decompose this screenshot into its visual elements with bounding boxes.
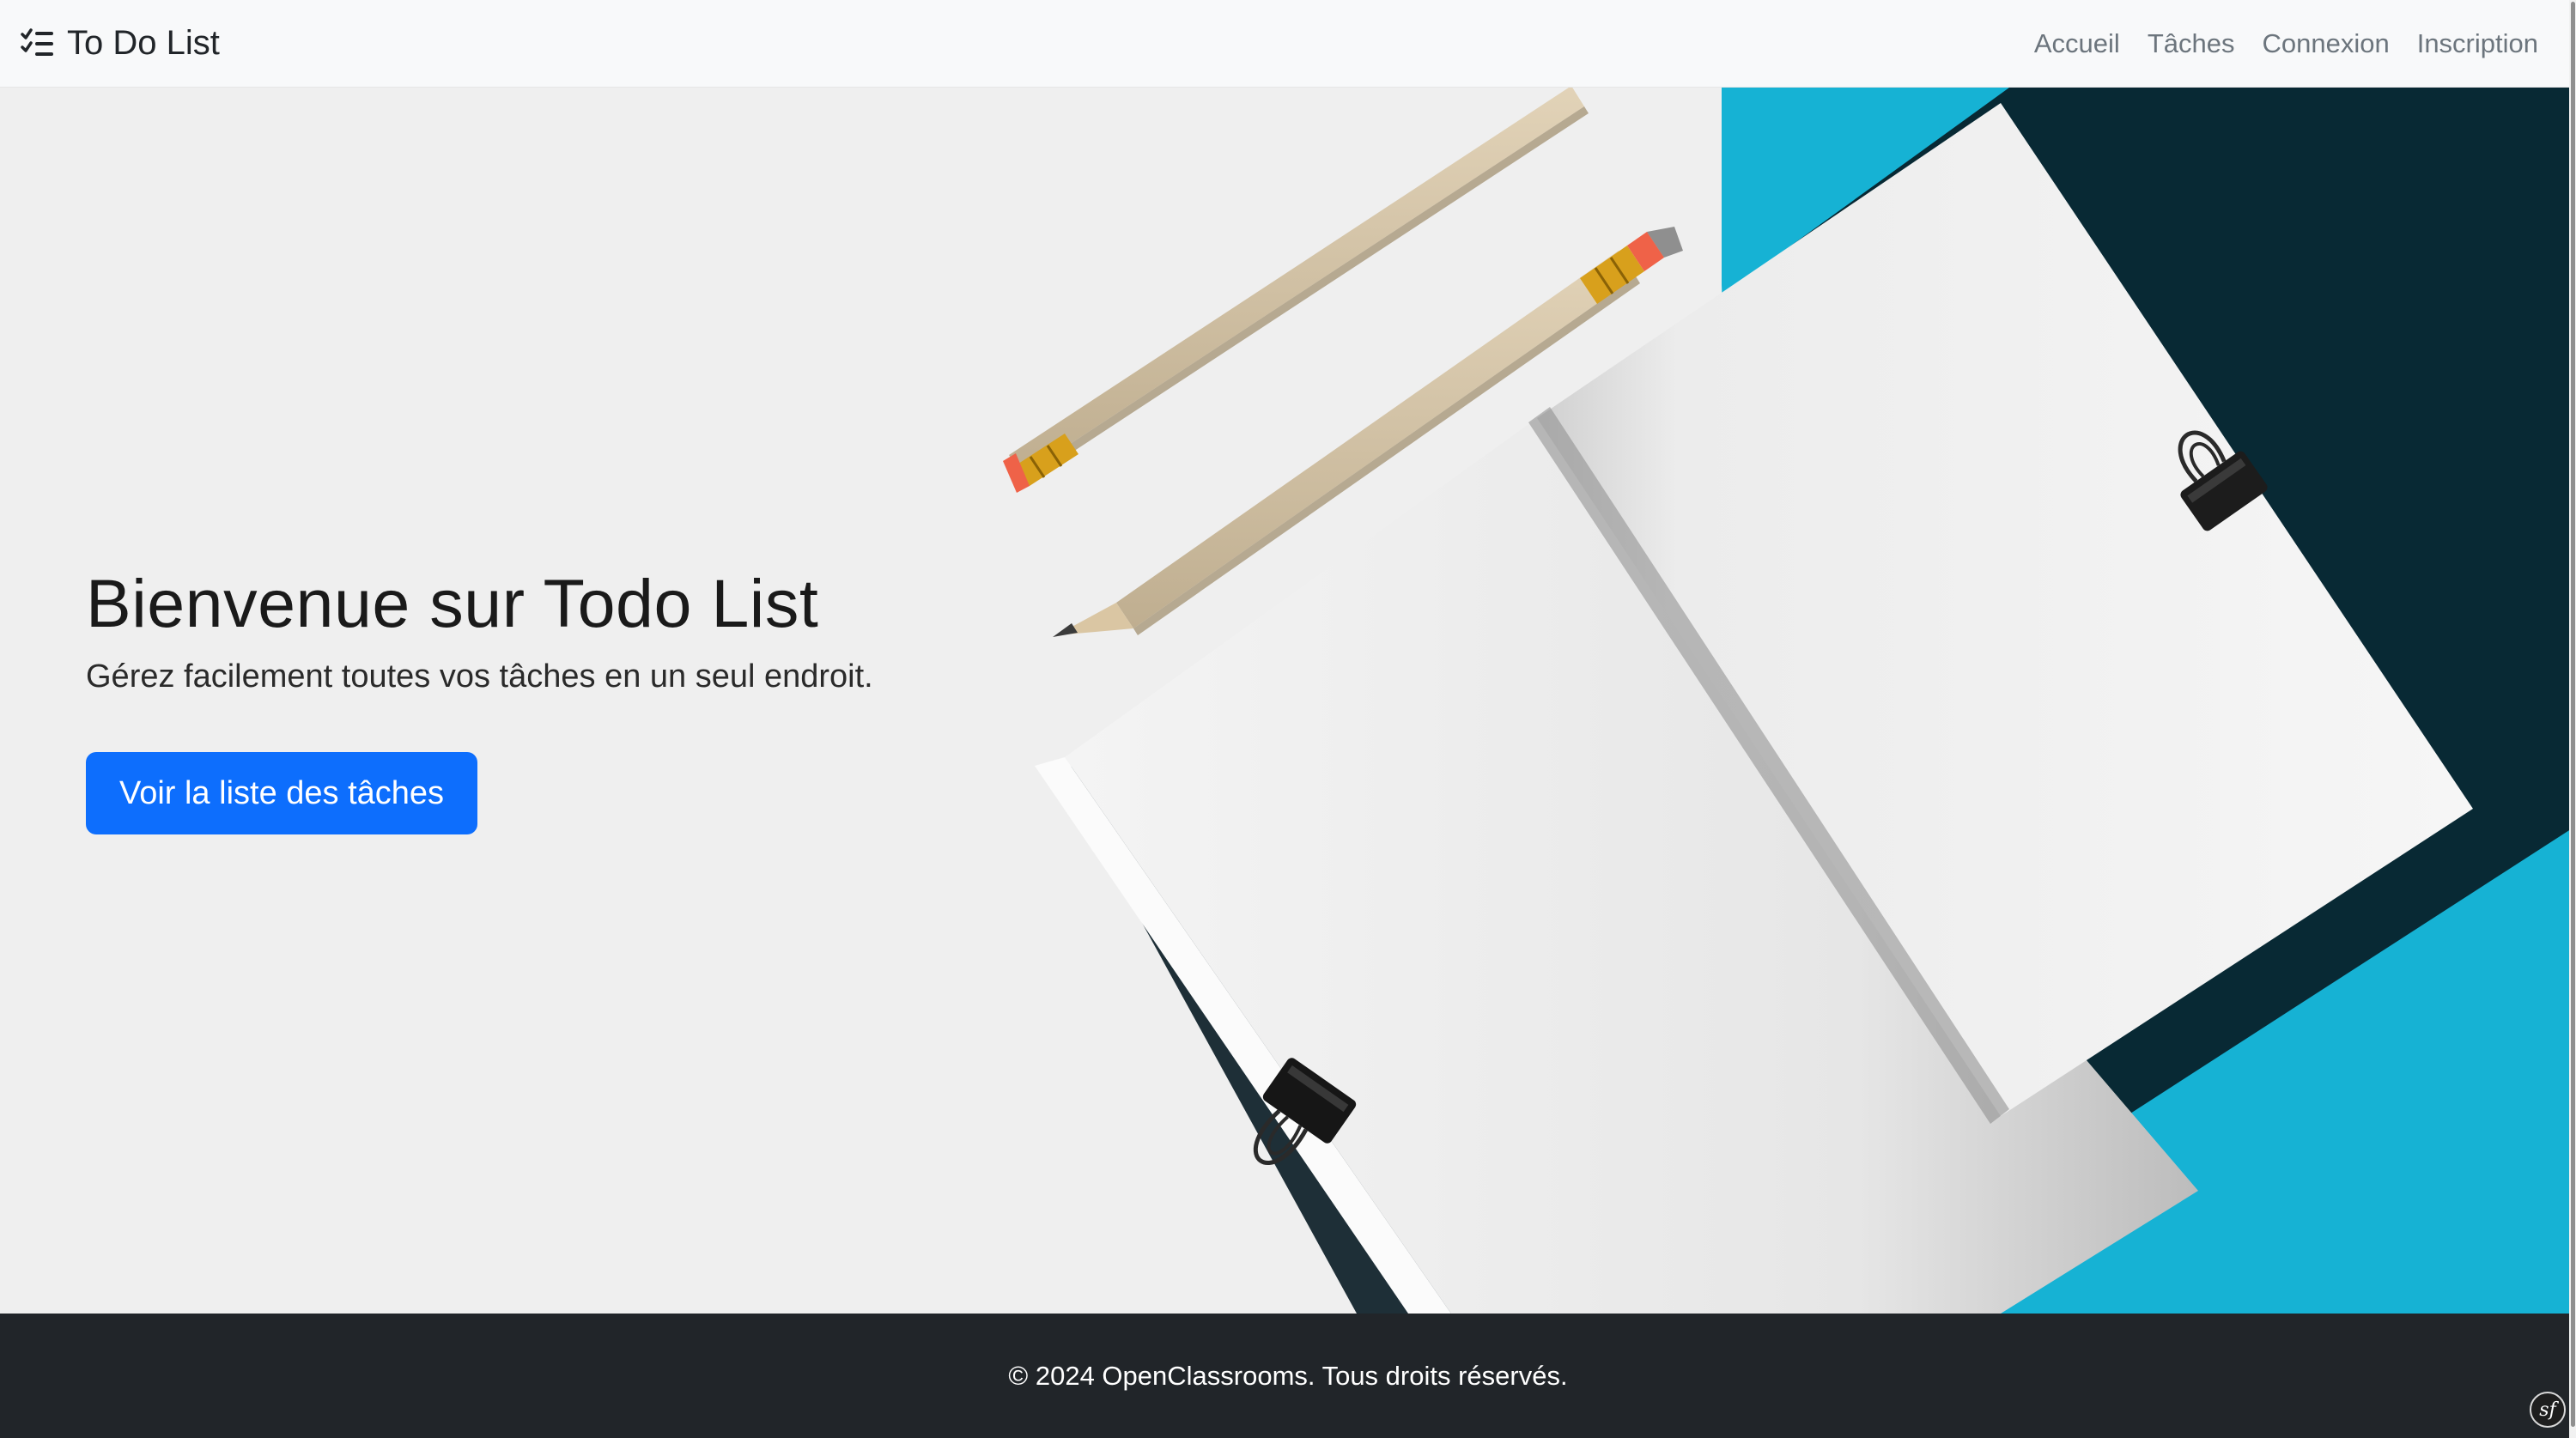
navbar: To Do List Accueil Tâches Connexion Insc… xyxy=(0,0,2576,88)
brand-name: To Do List xyxy=(67,24,220,62)
view-tasks-button[interactable]: Voir la liste des tâches xyxy=(86,752,477,834)
footer: © 2024 OpenClassrooms. Tous droits réser… xyxy=(0,1314,2576,1438)
scrollbar-thumb[interactable] xyxy=(2571,2,2575,1427)
hero-section: Bienvenue sur Todo List Gérez facilement… xyxy=(0,88,2576,1314)
nav-link-accueil[interactable]: Accueil xyxy=(2034,28,2120,59)
hero-subtitle: Gérez facilement toutes vos tâches en un… xyxy=(86,658,873,695)
list-check-icon xyxy=(21,27,53,56)
footer-copyright: © 2024 OpenClassrooms. Tous droits réser… xyxy=(1008,1360,1568,1391)
nav-link-inscription[interactable]: Inscription xyxy=(2417,28,2538,59)
nav-link-connexion[interactable]: Connexion xyxy=(2262,28,2389,59)
vertical-scrollbar[interactable] xyxy=(2569,0,2576,1438)
brand-link[interactable]: To Do List xyxy=(21,24,220,63)
symfony-icon[interactable]: sf xyxy=(2530,1392,2566,1428)
nav-link-taches[interactable]: Tâches xyxy=(2148,28,2235,59)
hero-content: Bienvenue sur Todo List Gérez facilement… xyxy=(86,564,1030,834)
hero-title: Bienvenue sur Todo List xyxy=(86,565,819,641)
nav-links: Accueil Tâches Connexion Inscription xyxy=(2034,28,2555,59)
